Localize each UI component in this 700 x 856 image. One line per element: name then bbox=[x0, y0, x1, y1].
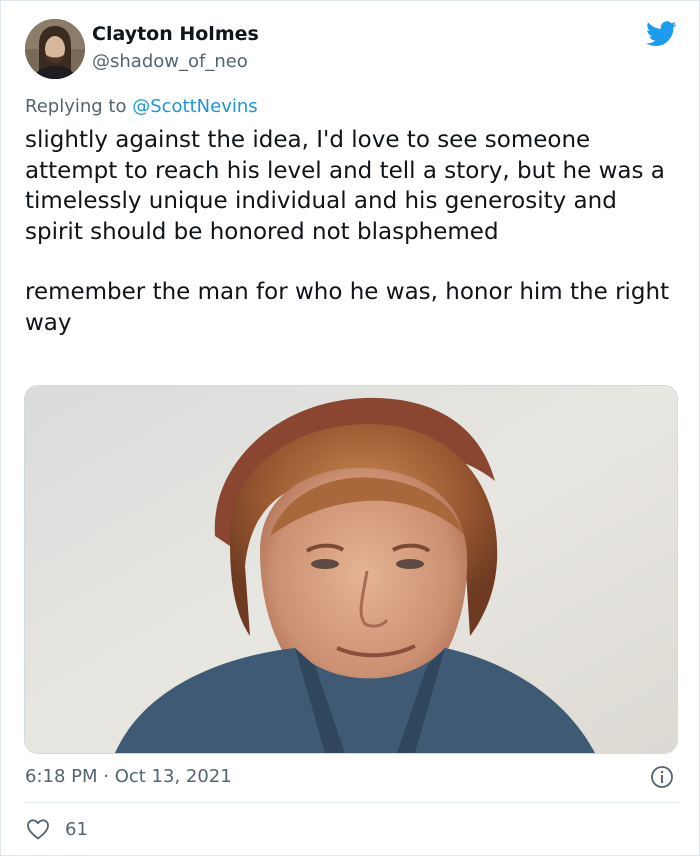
twitter-bird-icon[interactable] bbox=[646, 21, 677, 47]
tweet-paragraph: remember the man for who he was, honor h… bbox=[25, 279, 670, 336]
heart-icon[interactable] bbox=[26, 818, 50, 840]
reply-prefix: Replying to bbox=[25, 96, 133, 117]
tweet-timestamp[interactable]: 6:18 PM · Oct 13, 2021 bbox=[25, 766, 232, 787]
like-count[interactable]: 61 bbox=[65, 819, 88, 840]
avatar[interactable] bbox=[25, 19, 85, 79]
divider bbox=[25, 802, 677, 803]
info-icon[interactable] bbox=[650, 765, 674, 789]
reply-mention-link[interactable]: @ScottNevins bbox=[132, 96, 257, 117]
author-handle[interactable]: @shadow_of_neo bbox=[92, 51, 248, 72]
tweet-card: Clayton Holmes @shadow_of_neo Replying t… bbox=[0, 0, 700, 856]
reply-context: Replying to @ScottNevins bbox=[25, 96, 258, 117]
tweet-text: slightly against the idea, I'd love to s… bbox=[25, 125, 680, 338]
tweet-paragraph: slightly against the idea, I'd love to s… bbox=[25, 127, 665, 245]
author-name[interactable]: Clayton Holmes bbox=[92, 23, 259, 45]
tweet-photo[interactable] bbox=[24, 385, 678, 754]
